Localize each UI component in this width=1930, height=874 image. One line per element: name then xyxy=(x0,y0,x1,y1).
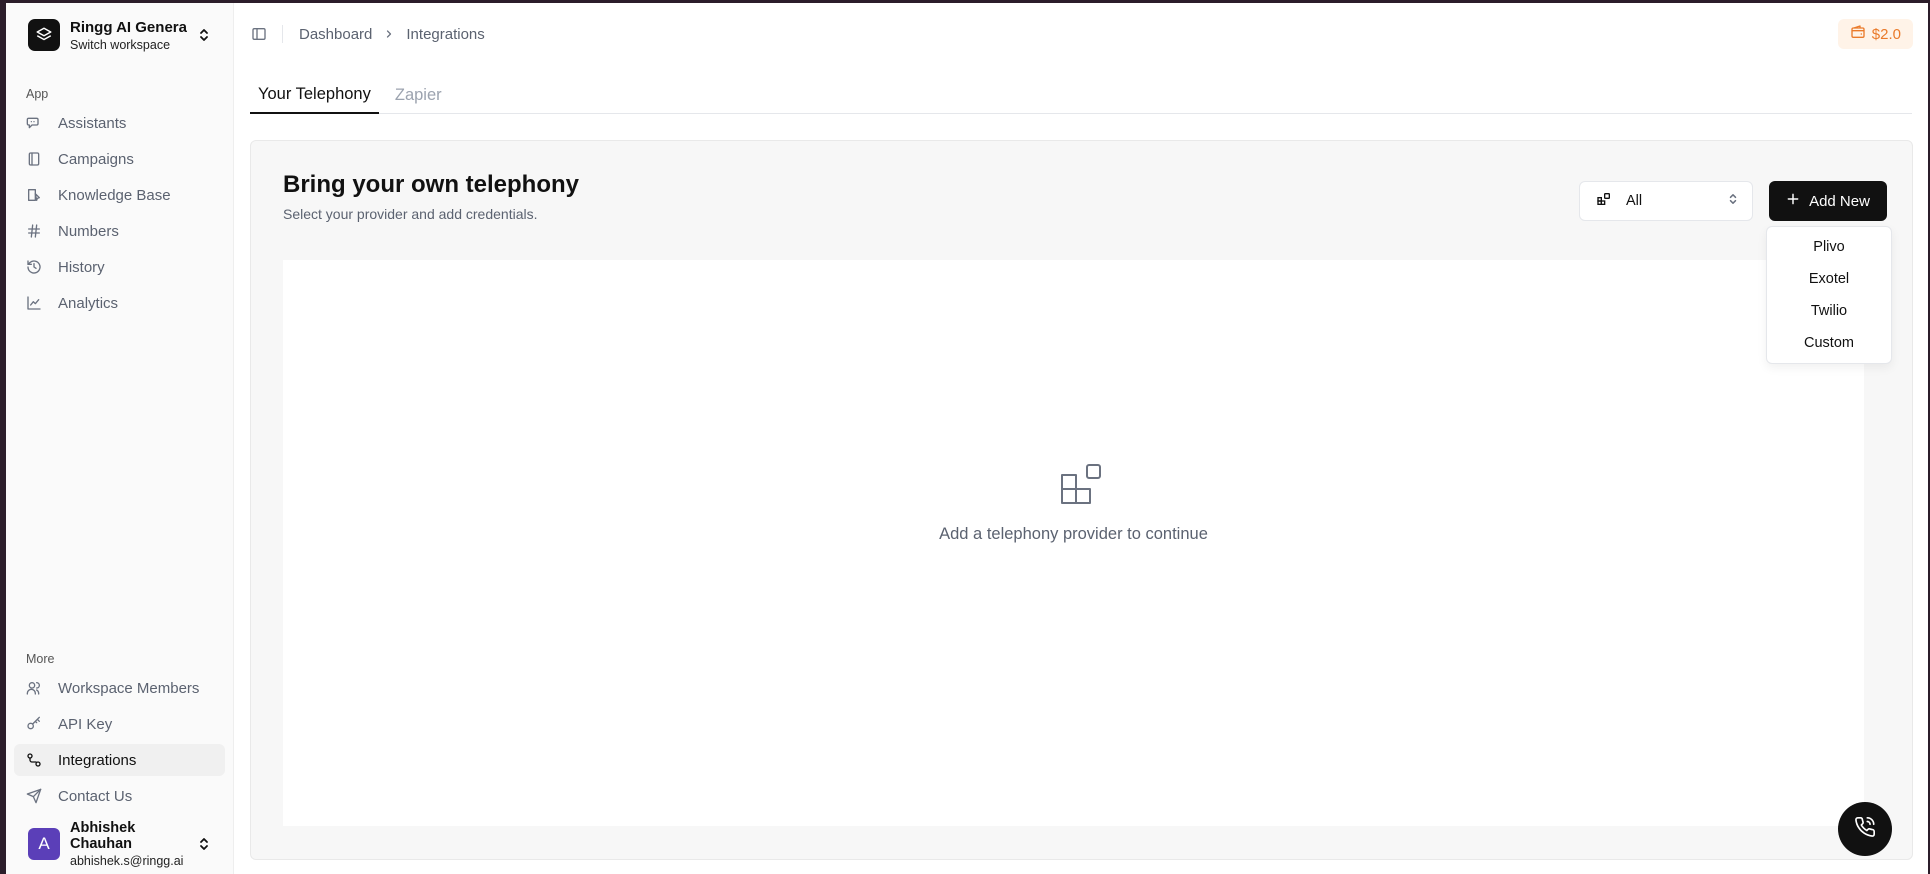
user-menu[interactable]: A Abhishek Chauhan abhishek.s@ringg.ai xyxy=(14,816,225,872)
tabs: Your Telephony Zapier xyxy=(250,82,1912,114)
tab-zapier[interactable]: Zapier xyxy=(387,86,450,113)
sidebar-item-label: Integrations xyxy=(58,751,137,769)
call-button[interactable] xyxy=(1838,802,1892,856)
sidebar-item-label: Assistants xyxy=(58,114,127,132)
users-icon xyxy=(26,680,42,696)
plus-icon xyxy=(1786,192,1800,210)
sidebar-toggle-icon[interactable] xyxy=(250,25,268,43)
phone-icon xyxy=(1854,816,1876,843)
integrations-icon xyxy=(26,752,42,768)
sidebar: Ringg AI General ... Switch workspace Ap… xyxy=(6,3,234,874)
workspace-subtitle: Switch workspace xyxy=(70,37,171,52)
workspace-name: Ringg AI General ... xyxy=(70,18,187,36)
menu-item-custom[interactable]: Custom xyxy=(1771,327,1887,359)
add-new-label: Add New xyxy=(1809,192,1870,210)
credits-value: $2.0 xyxy=(1871,25,1901,43)
chevrons-up-down-icon xyxy=(1728,192,1738,210)
sidebar-item-label: History xyxy=(58,258,105,276)
book-icon xyxy=(26,187,42,203)
sidebar-item-label: Campaigns xyxy=(58,150,134,168)
grid-icon xyxy=(1596,191,1612,211)
chevrons-up-down-icon xyxy=(197,26,211,44)
filter-value: All xyxy=(1626,193,1643,209)
sidebar-item-numbers[interactable]: Numbers xyxy=(14,215,225,247)
provider-filter-select[interactable]: All xyxy=(1579,181,1753,221)
sidebar-item-contact-us[interactable]: Contact Us xyxy=(14,780,225,812)
menu-item-plivo[interactable]: Plivo xyxy=(1771,231,1887,263)
avatar: A xyxy=(28,828,60,860)
sidebar-item-integrations[interactable]: Integrations xyxy=(14,744,225,776)
app-section-label: App xyxy=(26,87,49,101)
key-icon xyxy=(26,716,42,732)
telephony-panel: Bring your own telephony Select your pro… xyxy=(250,140,1913,860)
sidebar-item-label: Knowledge Base xyxy=(58,186,171,204)
sidebar-item-knowledge-base[interactable]: Knowledge Base xyxy=(14,179,225,211)
provider-dropdown-menu: Plivo Exotel Twilio Custom xyxy=(1766,226,1892,364)
chevrons-up-down-icon xyxy=(197,835,211,853)
panel-title: Bring your own telephony xyxy=(283,171,580,198)
top-bar: Dashboard Integrations $2.0 xyxy=(234,3,1928,65)
layers-icon xyxy=(28,19,60,51)
empty-state-text: Add a telephony provider to continue xyxy=(939,525,1208,543)
chevron-right-icon xyxy=(383,28,395,40)
sidebar-item-workspace-members[interactable]: Workspace Members xyxy=(14,672,225,704)
divider xyxy=(282,25,283,43)
empty-state: Add a telephony provider to continue xyxy=(283,260,1864,826)
breadcrumb: Dashboard Integrations xyxy=(299,26,485,43)
campaign-icon xyxy=(26,151,42,167)
panel-subtitle: Select your provider and add credentials… xyxy=(283,206,538,222)
sidebar-item-label: Numbers xyxy=(58,222,119,240)
sidebar-item-campaigns[interactable]: Campaigns xyxy=(14,143,225,175)
send-icon xyxy=(26,788,42,804)
menu-item-twilio[interactable]: Twilio xyxy=(1771,295,1887,327)
sidebar-item-api-key[interactable]: API Key xyxy=(14,708,225,740)
tab-your-telephony[interactable]: Your Telephony xyxy=(250,85,379,114)
breadcrumb-dashboard[interactable]: Dashboard xyxy=(299,26,372,43)
menu-item-exotel[interactable]: Exotel xyxy=(1771,263,1887,295)
sidebar-item-label: Contact Us xyxy=(58,787,133,805)
add-new-button[interactable]: Add New xyxy=(1769,181,1887,221)
sidebar-item-assistants[interactable]: Assistants xyxy=(14,107,225,139)
sidebar-item-label: Analytics xyxy=(58,294,119,312)
chat-icon xyxy=(26,115,42,131)
sidebar-item-label: API Key xyxy=(58,715,113,733)
breadcrumb-integrations: Integrations xyxy=(406,25,485,43)
history-icon xyxy=(26,259,42,275)
hash-icon xyxy=(26,223,42,239)
app-window: Ringg AI General ... Switch workspace Ap… xyxy=(6,3,1928,874)
chart-icon xyxy=(26,295,42,311)
sidebar-item-history[interactable]: History xyxy=(14,251,225,283)
user-name: Abhishek Chauhan xyxy=(70,820,136,852)
credits-badge[interactable]: $2.0 xyxy=(1837,19,1913,49)
main-content: Dashboard Integrations $2.0 Your Telepho… xyxy=(234,3,1928,874)
wallet-icon xyxy=(1850,24,1866,44)
workspace-switcher[interactable]: Ringg AI General ... Switch workspace xyxy=(14,5,225,65)
blocks-icon xyxy=(1060,463,1102,510)
sidebar-item-analytics[interactable]: Analytics xyxy=(14,287,225,319)
user-email: abhishek.s@ringg.ai xyxy=(70,854,184,868)
more-section-label: More xyxy=(26,652,55,666)
sidebar-item-label: Workspace Members xyxy=(58,679,200,697)
